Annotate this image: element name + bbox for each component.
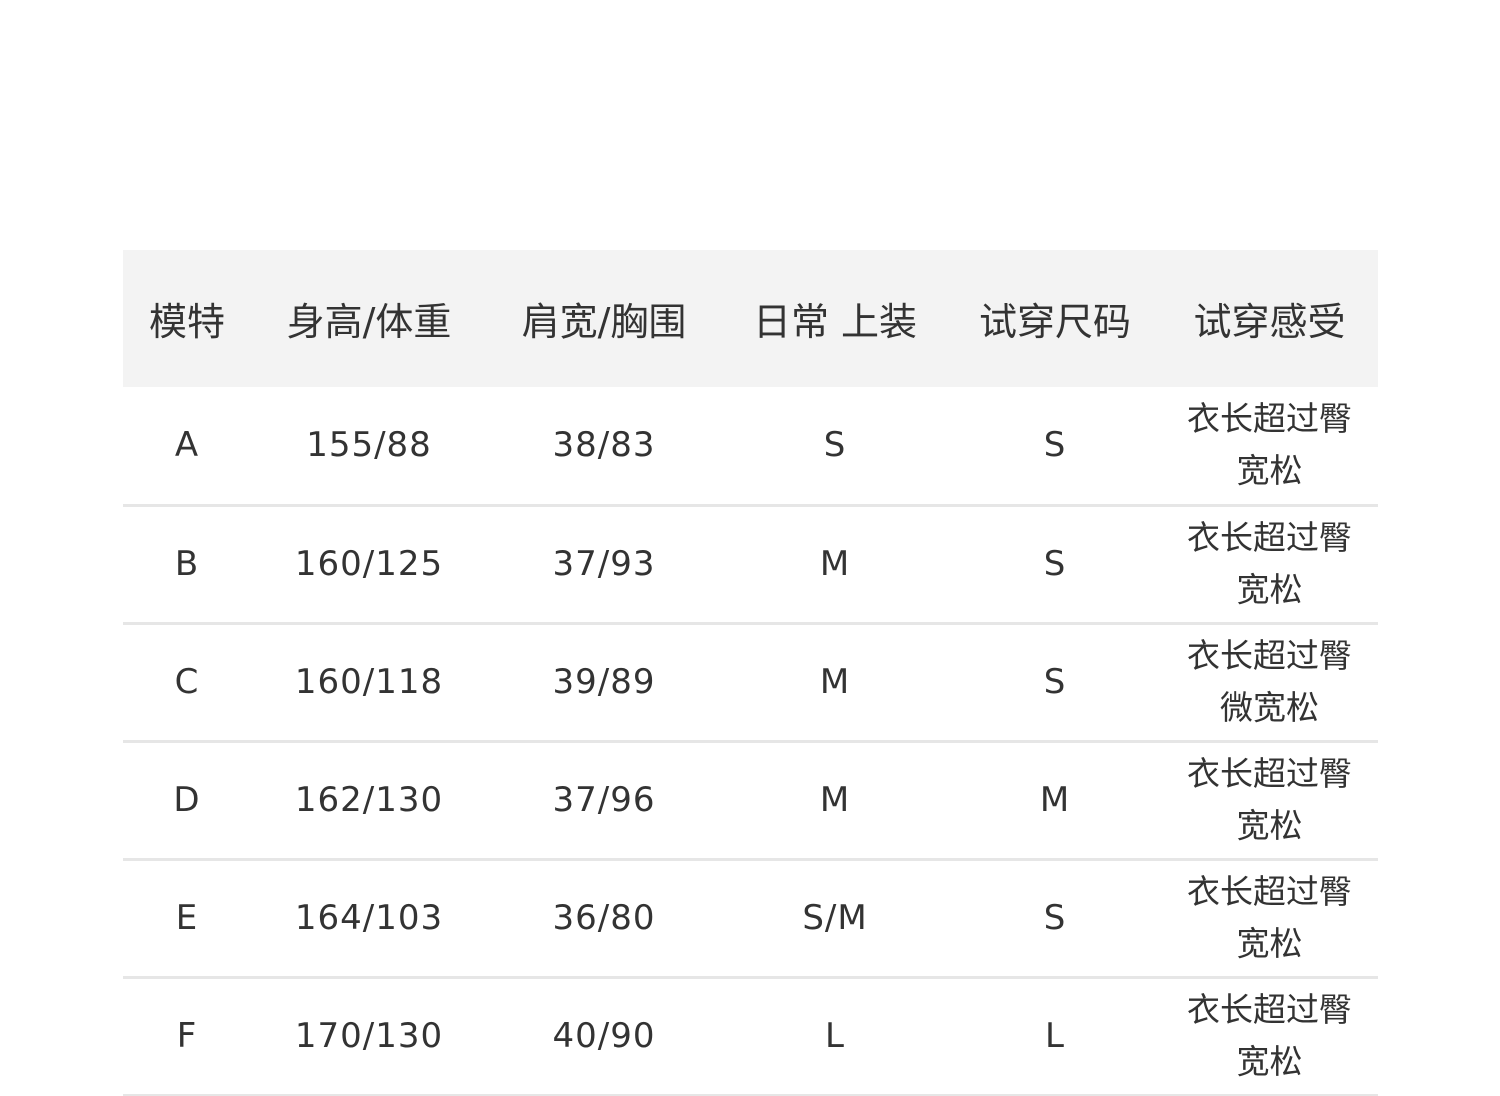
header-daily-top: 日常 上装: [752, 300, 918, 344]
cell-daily-top: M: [819, 544, 851, 584]
fit-feel-line-2: 宽松: [1236, 1042, 1303, 1081]
cell-shoulder-chest: 37/93: [552, 544, 656, 584]
cell-daily-top: L: [825, 1016, 845, 1056]
fit-feel-line-1: 衣长超过臀: [1187, 399, 1352, 439]
size-fit-table: 模特 身高/体重 肩宽/胸围 日常 上装 试穿尺码 试穿感受 A 155/88 …: [123, 250, 1378, 1096]
cell-height-weight: 162/130: [294, 780, 444, 820]
fit-feel-line-2: 宽松: [1236, 570, 1303, 609]
table-row: B 160/125 37/93 M S 衣长超过臀 宽松: [123, 505, 1378, 623]
cell-shoulder-chest: 38/83: [552, 425, 656, 466]
fit-feel-line-1: 衣长超过臀: [1187, 990, 1352, 1029]
fit-feel-line-2: 微宽松: [1220, 688, 1319, 727]
cell-model: E: [175, 898, 199, 938]
cell-tried-size: M: [1039, 780, 1071, 820]
table-row: C 160/118 39/89 M S 衣长超过臀 微宽松: [123, 623, 1378, 741]
fit-feel-line-2: 宽松: [1236, 924, 1303, 963]
cell-tried-size: L: [1045, 1016, 1065, 1056]
cell-shoulder-chest: 39/89: [552, 662, 656, 702]
header-tried-size: 试穿尺码: [978, 300, 1131, 344]
fit-feel-line-1: 衣长超过臀: [1187, 636, 1352, 675]
cell-daily-top: M: [819, 780, 851, 820]
cell-tried-size: S: [1043, 662, 1067, 702]
cell-daily-top: S: [823, 425, 847, 466]
header-model: 模特: [148, 300, 225, 344]
fit-feel-line-2: 宽松: [1236, 451, 1303, 491]
header-height-weight: 身高/体重: [286, 300, 452, 344]
table-row: D 162/130 37/96 M M 衣长超过臀 宽松: [123, 741, 1378, 859]
table-row: F 170/130 40/90 L L 衣长超过臀 宽松: [123, 977, 1378, 1095]
cell-model: B: [174, 544, 200, 584]
cell-tried-size: S: [1043, 425, 1067, 466]
cell-daily-top: S/M: [802, 898, 868, 938]
cell-daily-top: M: [819, 662, 851, 702]
cell-model: A: [174, 425, 200, 466]
cell-height-weight: 160/125: [294, 544, 444, 584]
cell-model: D: [173, 780, 201, 820]
table-body: A 155/88 38/83 S S 衣长超过臀 宽松 B 160/125 37…: [123, 387, 1378, 1095]
cell-model: F: [176, 1016, 198, 1056]
cell-shoulder-chest: 37/96: [552, 780, 656, 820]
cell-fit-feel: 衣长超过臀 微宽松: [1161, 623, 1378, 741]
cell-shoulder-chest: 36/80: [552, 898, 656, 938]
header-fit-feel: 试穿感受: [1193, 300, 1346, 344]
header-shoulder-chest: 肩宽/胸围: [521, 300, 687, 344]
table-row: A 155/88 38/83 S S 衣长超过臀 宽松: [123, 387, 1378, 505]
cell-height-weight: 160/118: [294, 662, 444, 702]
fit-feel-line-1: 衣长超过臀: [1187, 518, 1352, 557]
cell-height-weight: 170/130: [294, 1016, 444, 1056]
cell-tried-size: S: [1043, 544, 1067, 584]
header-row: 模特 身高/体重 肩宽/胸围 日常 上装 试穿尺码 试穿感受: [123, 250, 1378, 387]
cell-model: C: [174, 662, 200, 702]
cell-fit-feel: 衣长超过臀 宽松: [1161, 505, 1378, 623]
cell-height-weight: 164/103: [294, 898, 444, 938]
cell-tried-size: S: [1043, 898, 1067, 938]
table-header: 模特 身高/体重 肩宽/胸围 日常 上装 试穿尺码 试穿感受: [123, 250, 1378, 387]
cell-fit-feel: 衣长超过臀 宽松: [1161, 977, 1378, 1095]
fit-feel-line-1: 衣长超过臀: [1187, 872, 1352, 911]
table-row: E 164/103 36/80 S/M S 衣长超过臀 宽松: [123, 859, 1378, 977]
fit-feel-line-1: 衣长超过臀: [1187, 754, 1352, 793]
cell-fit-feel: 衣长超过臀 宽松: [1161, 741, 1378, 859]
cell-fit-feel: 衣长超过臀 宽松: [1161, 859, 1378, 977]
cell-fit-feel: 衣长超过臀 宽松: [1161, 387, 1378, 505]
cell-height-weight: 155/88: [306, 425, 432, 466]
cell-shoulder-chest: 40/90: [552, 1016, 656, 1056]
fit-feel-line-2: 宽松: [1236, 806, 1303, 845]
